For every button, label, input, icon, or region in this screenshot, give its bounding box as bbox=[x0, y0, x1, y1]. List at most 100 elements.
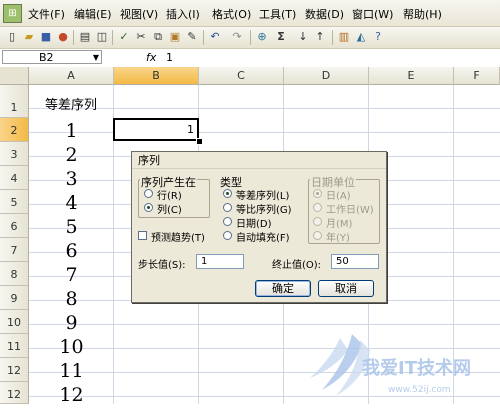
cell-a7[interactable]: 6 bbox=[29, 240, 114, 262]
new-icon[interactable]: ▯ bbox=[5, 30, 19, 44]
cell-a3[interactable]: 2 bbox=[29, 144, 114, 166]
copy-icon[interactable]: ⧉ bbox=[151, 30, 165, 44]
redo-icon[interactable]: ↷ bbox=[230, 30, 244, 44]
date-unit-weekday-label[interactable]: 工作日(W) bbox=[326, 201, 374, 216]
paste-icon[interactable]: ▣ bbox=[168, 30, 182, 44]
chevron-down-icon[interactable]: ▼ bbox=[90, 51, 102, 65]
row-header[interactable]: 10 bbox=[0, 310, 29, 334]
type-date-radio[interactable] bbox=[223, 217, 232, 226]
fill-handle[interactable] bbox=[196, 138, 203, 145]
trend-label[interactable]: 预测趋势(T) bbox=[151, 229, 205, 244]
insert-function-icon[interactable]: fx bbox=[146, 51, 156, 64]
open-icon[interactable]: ▰ bbox=[22, 30, 36, 44]
name-box[interactable]: B2 bbox=[2, 50, 102, 64]
sort-ascending-icon[interactable]: ↓ bbox=[296, 30, 310, 44]
permission-icon[interactable]: ● bbox=[56, 30, 70, 44]
row-header[interactable]: 6 bbox=[0, 214, 29, 238]
column-header-a[interactable]: A bbox=[29, 67, 114, 85]
menu-help[interactable]: 帮助(H) bbox=[403, 6, 442, 22]
cut-icon[interactable]: ✂ bbox=[134, 30, 148, 44]
cell-a12[interactable]: 11 bbox=[29, 360, 114, 382]
cell-a6[interactable]: 5 bbox=[29, 216, 114, 238]
format-painter-icon[interactable]: ✎ bbox=[185, 30, 199, 44]
cell-a13[interactable]: 12 bbox=[29, 384, 114, 406]
row-header[interactable]: 12 bbox=[0, 382, 29, 404]
menu-insert[interactable]: 插入(I) bbox=[166, 6, 200, 22]
drawing-icon[interactable]: ◭ bbox=[354, 30, 368, 44]
menu-format[interactable]: 格式(O) bbox=[212, 6, 251, 22]
row-header[interactable]: 3 bbox=[0, 142, 29, 166]
save-icon[interactable]: ■ bbox=[39, 30, 53, 44]
type-growth-radio[interactable] bbox=[223, 203, 232, 212]
cell-a8[interactable]: 7 bbox=[29, 264, 114, 286]
date-unit-year-label[interactable]: 年(Y) bbox=[326, 229, 350, 244]
excel-app-icon[interactable]: ⊞ bbox=[3, 4, 22, 23]
cell-a11[interactable]: 10 bbox=[29, 336, 114, 358]
dialog-title[interactable]: 序列 bbox=[132, 152, 386, 169]
type-linear-radio[interactable] bbox=[223, 189, 232, 198]
row-header[interactable]: 4 bbox=[0, 166, 29, 190]
undo-icon[interactable]: ↶ bbox=[208, 30, 222, 44]
row-header[interactable]: 8 bbox=[0, 262, 29, 286]
series-in-rows-label[interactable]: 行(R) bbox=[157, 187, 182, 202]
sort-descending-icon[interactable]: ↑ bbox=[313, 30, 327, 44]
menu-edit[interactable]: 编辑(E) bbox=[74, 6, 112, 22]
row-header[interactable]: 5 bbox=[0, 190, 29, 214]
formula-input[interactable]: 1 bbox=[166, 51, 173, 64]
type-linear-label[interactable]: 等差序列(L) bbox=[236, 187, 289, 202]
series-in-columns-radio[interactable] bbox=[144, 203, 153, 212]
row-header[interactable]: 7 bbox=[0, 238, 29, 262]
row-header[interactable]: 9 bbox=[0, 286, 29, 310]
date-unit-day-radio[interactable] bbox=[313, 189, 322, 198]
column-header-e[interactable]: E bbox=[369, 67, 454, 85]
cell-a5[interactable]: 4 bbox=[29, 192, 114, 214]
row-header[interactable]: 12 bbox=[0, 358, 29, 382]
watermark-logo: 我爱IT技术网 www.52ij.com bbox=[310, 334, 471, 396]
type-date-label[interactable]: 日期(D) bbox=[236, 215, 272, 230]
date-unit-month-radio[interactable] bbox=[313, 217, 322, 226]
row-header[interactable]: 2 bbox=[0, 118, 29, 142]
type-autofill-label[interactable]: 自动填充(F) bbox=[236, 229, 290, 244]
menu-data[interactable]: 数据(D) bbox=[305, 6, 344, 22]
print-icon[interactable]: ▤ bbox=[78, 30, 92, 44]
spelling-icon[interactable]: ✓ bbox=[117, 30, 131, 44]
hyperlink-icon[interactable]: ⊕ bbox=[255, 30, 269, 44]
series-in-columns-label[interactable]: 列(C) bbox=[157, 201, 182, 216]
row-header[interactable]: 11 bbox=[0, 334, 29, 358]
print-preview-icon[interactable]: ◫ bbox=[95, 30, 109, 44]
menu-window[interactable]: 窗口(W) bbox=[352, 6, 393, 22]
cell-a10[interactable]: 9 bbox=[29, 312, 114, 334]
row-header[interactable]: 1 bbox=[0, 85, 29, 118]
watermark-text: 我爱IT技术网 bbox=[362, 357, 471, 379]
column-header-b[interactable]: B bbox=[114, 67, 199, 85]
cell-a9[interactable]: 8 bbox=[29, 288, 114, 310]
toolbar-separator bbox=[250, 30, 251, 45]
active-cell-b2[interactable]: 1 bbox=[113, 118, 199, 141]
chart-icon[interactable]: ▥ bbox=[337, 30, 351, 44]
autosum-icon[interactable]: Σ bbox=[274, 30, 288, 44]
type-growth-label[interactable]: 等比序列(G) bbox=[236, 201, 292, 216]
column-header-d[interactable]: D bbox=[284, 67, 369, 85]
stop-value-input[interactable]: 50 bbox=[331, 254, 379, 269]
cell-a1[interactable]: 等差序列 bbox=[30, 94, 112, 113]
cancel-button[interactable]: 取消 bbox=[318, 280, 374, 297]
ok-button[interactable]: 确定 bbox=[255, 280, 311, 297]
menu-tools[interactable]: 工具(T) bbox=[259, 6, 296, 22]
type-autofill-radio[interactable] bbox=[223, 231, 232, 240]
cell-a4[interactable]: 3 bbox=[29, 168, 114, 190]
step-value-input[interactable]: 1 bbox=[196, 254, 244, 269]
date-unit-month-label[interactable]: 月(M) bbox=[326, 215, 352, 230]
help-icon[interactable]: ? bbox=[371, 30, 385, 44]
series-dialog: 序列 序列产生在 行(R) 列(C) 类型 等差序列(L) 等比序列(G) 日期… bbox=[131, 151, 387, 303]
series-in-rows-radio[interactable] bbox=[144, 189, 153, 198]
menu-view[interactable]: 视图(V) bbox=[120, 6, 158, 22]
select-all-corner[interactable] bbox=[0, 67, 29, 85]
menu-file[interactable]: 文件(F) bbox=[28, 6, 65, 22]
date-unit-day-label[interactable]: 日(A) bbox=[326, 187, 351, 202]
date-unit-weekday-radio[interactable] bbox=[313, 203, 322, 212]
column-header-c[interactable]: C bbox=[199, 67, 284, 85]
date-unit-year-radio[interactable] bbox=[313, 231, 322, 240]
cell-a2[interactable]: 1 bbox=[29, 120, 114, 142]
column-header-f[interactable]: F bbox=[454, 67, 500, 85]
trend-checkbox[interactable] bbox=[138, 231, 147, 240]
